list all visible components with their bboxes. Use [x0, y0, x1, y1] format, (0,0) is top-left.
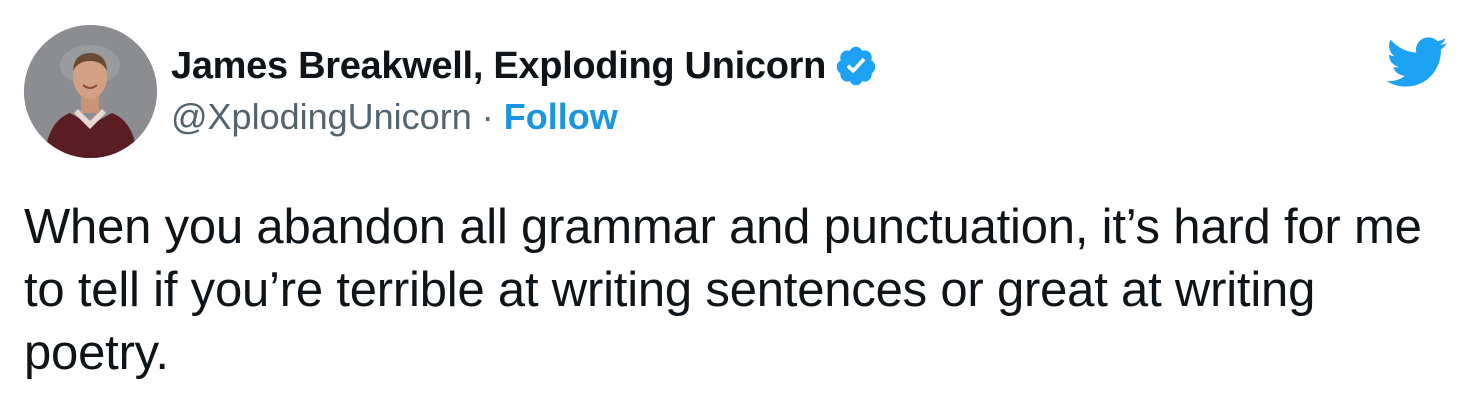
avatar[interactable] [24, 25, 157, 158]
verified-badge-icon [834, 44, 878, 88]
tweet-text: When you abandon all grammar and punctua… [24, 200, 1422, 380]
author-handle[interactable]: @XplodingUnicorn [171, 96, 472, 138]
tweet-header: James Breakwell, Exploding Unicorn @Xplo… [171, 42, 878, 138]
profile-photo-icon [24, 25, 157, 158]
twitter-bird-icon[interactable] [1384, 35, 1448, 89]
name-row: James Breakwell, Exploding Unicorn [171, 42, 878, 90]
separator-dot: · [481, 96, 494, 137]
handle-row: @XplodingUnicorn · Follow [171, 96, 878, 138]
follow-button[interactable]: Follow [504, 96, 618, 138]
author-display-name[interactable]: James Breakwell, Exploding Unicorn [171, 45, 826, 88]
tweet-card: James Breakwell, Exploding Unicorn @Xplo… [0, 0, 1476, 404]
